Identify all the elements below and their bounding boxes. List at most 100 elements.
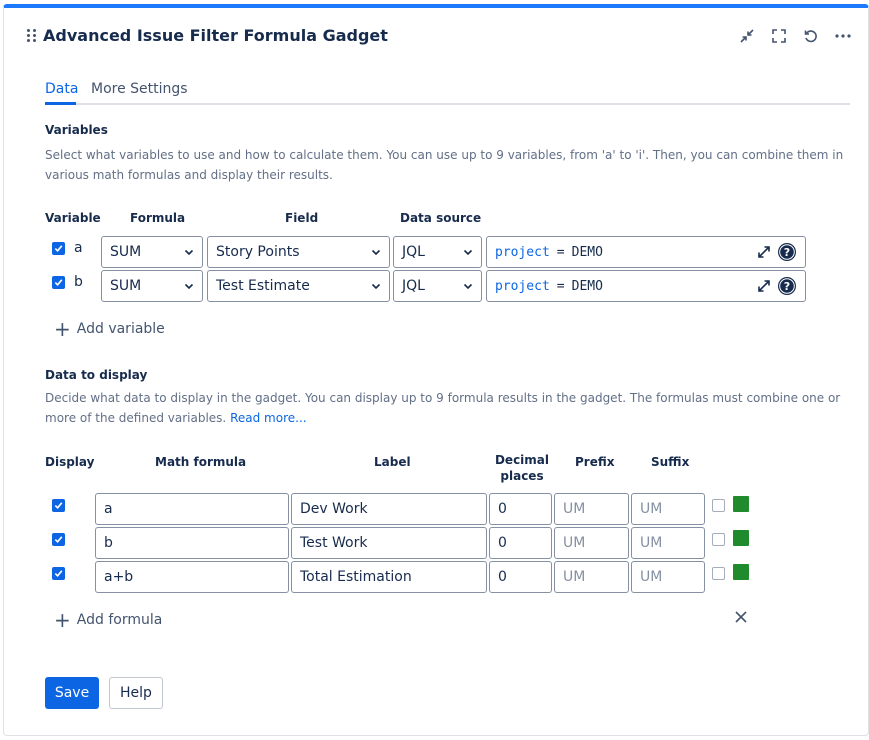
plus-icon: + xyxy=(54,317,71,341)
decimal-places-input[interactable]: 0 xyxy=(489,493,552,525)
more-icon[interactable] xyxy=(833,26,853,46)
formula-select[interactable]: SUM xyxy=(101,270,203,302)
col-formula: Formula xyxy=(130,211,186,225)
col-math-formula: Math formula xyxy=(155,455,247,469)
jql-value: DEMO xyxy=(571,244,603,260)
col-suffix: Suffix xyxy=(651,455,690,469)
field-select-value: Test Estimate xyxy=(216,278,310,294)
svg-text:?: ? xyxy=(784,280,790,293)
prefix-input[interactable]: UM xyxy=(554,561,629,593)
color-swatch[interactable] xyxy=(733,496,749,512)
col-data-source: Data source xyxy=(400,211,482,225)
gadget-title: Advanced Issue Filter Formula Gadget xyxy=(43,26,388,45)
svg-text:?: ? xyxy=(784,246,790,259)
display-description-text: Decide what data to display in the gadge… xyxy=(45,391,841,425)
add-formula-button[interactable]: + Add formula xyxy=(54,608,162,632)
suffix-input[interactable]: UM xyxy=(631,561,705,593)
source-select-value: JQL xyxy=(402,278,425,294)
add-variable-button[interactable]: + Add variable xyxy=(54,317,165,341)
chevron-down-icon xyxy=(463,283,473,290)
read-more-link[interactable]: Read more... xyxy=(230,411,307,425)
tab-data[interactable]: Data xyxy=(45,81,78,97)
formula-select[interactable]: SUM xyxy=(101,236,203,268)
variables-heading: Variables xyxy=(45,123,108,137)
plus-icon: + xyxy=(54,608,71,632)
variables-description: Select what variables to use and how to … xyxy=(45,148,844,182)
jql-operator: = xyxy=(556,244,565,260)
expand-icon[interactable] xyxy=(756,278,772,298)
suffix-input[interactable]: UM xyxy=(631,493,705,525)
display-checkbox[interactable] xyxy=(52,533,65,546)
help-button[interactable]: Help xyxy=(109,677,163,709)
source-select-value: JQL xyxy=(402,244,425,260)
formula-select-value: SUM xyxy=(110,278,142,294)
col-decimal-line1: Decimal xyxy=(494,453,550,467)
field-select-value: Story Points xyxy=(216,244,300,260)
col-label: Label xyxy=(374,455,411,469)
col-prefix: Prefix xyxy=(575,455,615,469)
variable-checkbox[interactable] xyxy=(52,242,65,255)
col-field: Field xyxy=(285,211,319,225)
checkmark-icon xyxy=(54,279,63,286)
extra-checkbox[interactable] xyxy=(712,533,725,546)
prefix-input[interactable]: UM xyxy=(554,493,629,525)
display-checkbox[interactable] xyxy=(52,567,65,580)
close-icon[interactable] xyxy=(734,609,748,628)
variable-letter: b xyxy=(74,274,83,290)
math-formula-input[interactable]: a xyxy=(95,493,289,525)
jql-value: DEMO xyxy=(571,278,603,294)
suffix-input[interactable]: UM xyxy=(631,527,705,559)
chevron-down-icon xyxy=(371,249,381,256)
jql-keyword: project xyxy=(495,278,550,294)
tab-active-indicator xyxy=(45,102,76,105)
minimize-icon[interactable] xyxy=(737,26,757,46)
jql-keyword: project xyxy=(495,244,550,260)
variable-letter: a xyxy=(74,240,83,256)
display-description: Decide what data to display in the gadge… xyxy=(45,388,857,428)
display-checkbox[interactable] xyxy=(52,499,65,512)
label-input[interactable]: Dev Work xyxy=(291,493,487,525)
fullscreen-icon[interactable] xyxy=(769,26,789,46)
field-select[interactable]: Story Points xyxy=(207,236,390,268)
extra-checkbox[interactable] xyxy=(712,499,725,512)
extra-checkbox[interactable] xyxy=(712,567,725,580)
checkmark-icon xyxy=(54,245,63,252)
checkmark-icon xyxy=(54,502,63,509)
add-formula-label: Add formula xyxy=(76,612,163,628)
display-heading: Data to display xyxy=(45,368,148,382)
chevron-down-icon xyxy=(184,283,194,290)
prefix-input[interactable]: UM xyxy=(554,527,629,559)
jql-operator: = xyxy=(556,278,565,294)
save-button[interactable]: Save xyxy=(45,677,99,709)
decimal-places-input[interactable]: 0 xyxy=(489,527,552,559)
help-circle-icon[interactable]: ? xyxy=(777,276,797,300)
source-select[interactable]: JQL xyxy=(393,270,482,302)
drag-handle-icon[interactable] xyxy=(26,28,38,44)
label-input[interactable]: Test Work xyxy=(291,527,487,559)
chevron-down-icon xyxy=(371,283,381,290)
expand-icon[interactable] xyxy=(756,244,772,264)
chevron-down-icon xyxy=(463,249,473,256)
checkmark-icon xyxy=(54,570,63,577)
label-input[interactable]: Total Estimation xyxy=(291,561,487,593)
color-swatch[interactable] xyxy=(733,564,749,580)
col-variable: Variable xyxy=(45,211,101,225)
refresh-icon[interactable] xyxy=(801,26,821,46)
checkmark-icon xyxy=(54,536,63,543)
field-select[interactable]: Test Estimate xyxy=(207,270,390,302)
source-select[interactable]: JQL xyxy=(393,236,482,268)
tabs-divider xyxy=(45,103,850,105)
col-display: Display xyxy=(45,455,95,469)
col-decimal-places: Decimal places xyxy=(492,452,552,484)
col-decimal-line2: places xyxy=(500,469,544,483)
math-formula-input[interactable]: b xyxy=(95,527,289,559)
variable-checkbox[interactable] xyxy=(52,276,65,289)
add-variable-label: Add variable xyxy=(76,321,165,337)
decimal-places-input[interactable]: 0 xyxy=(489,561,552,593)
math-formula-input[interactable]: a+b xyxy=(95,561,289,593)
tab-more-settings[interactable]: More Settings xyxy=(91,81,188,97)
chevron-down-icon xyxy=(184,249,194,256)
formula-select-value: SUM xyxy=(110,244,142,260)
help-circle-icon[interactable]: ? xyxy=(777,242,797,266)
color-swatch[interactable] xyxy=(733,530,749,546)
